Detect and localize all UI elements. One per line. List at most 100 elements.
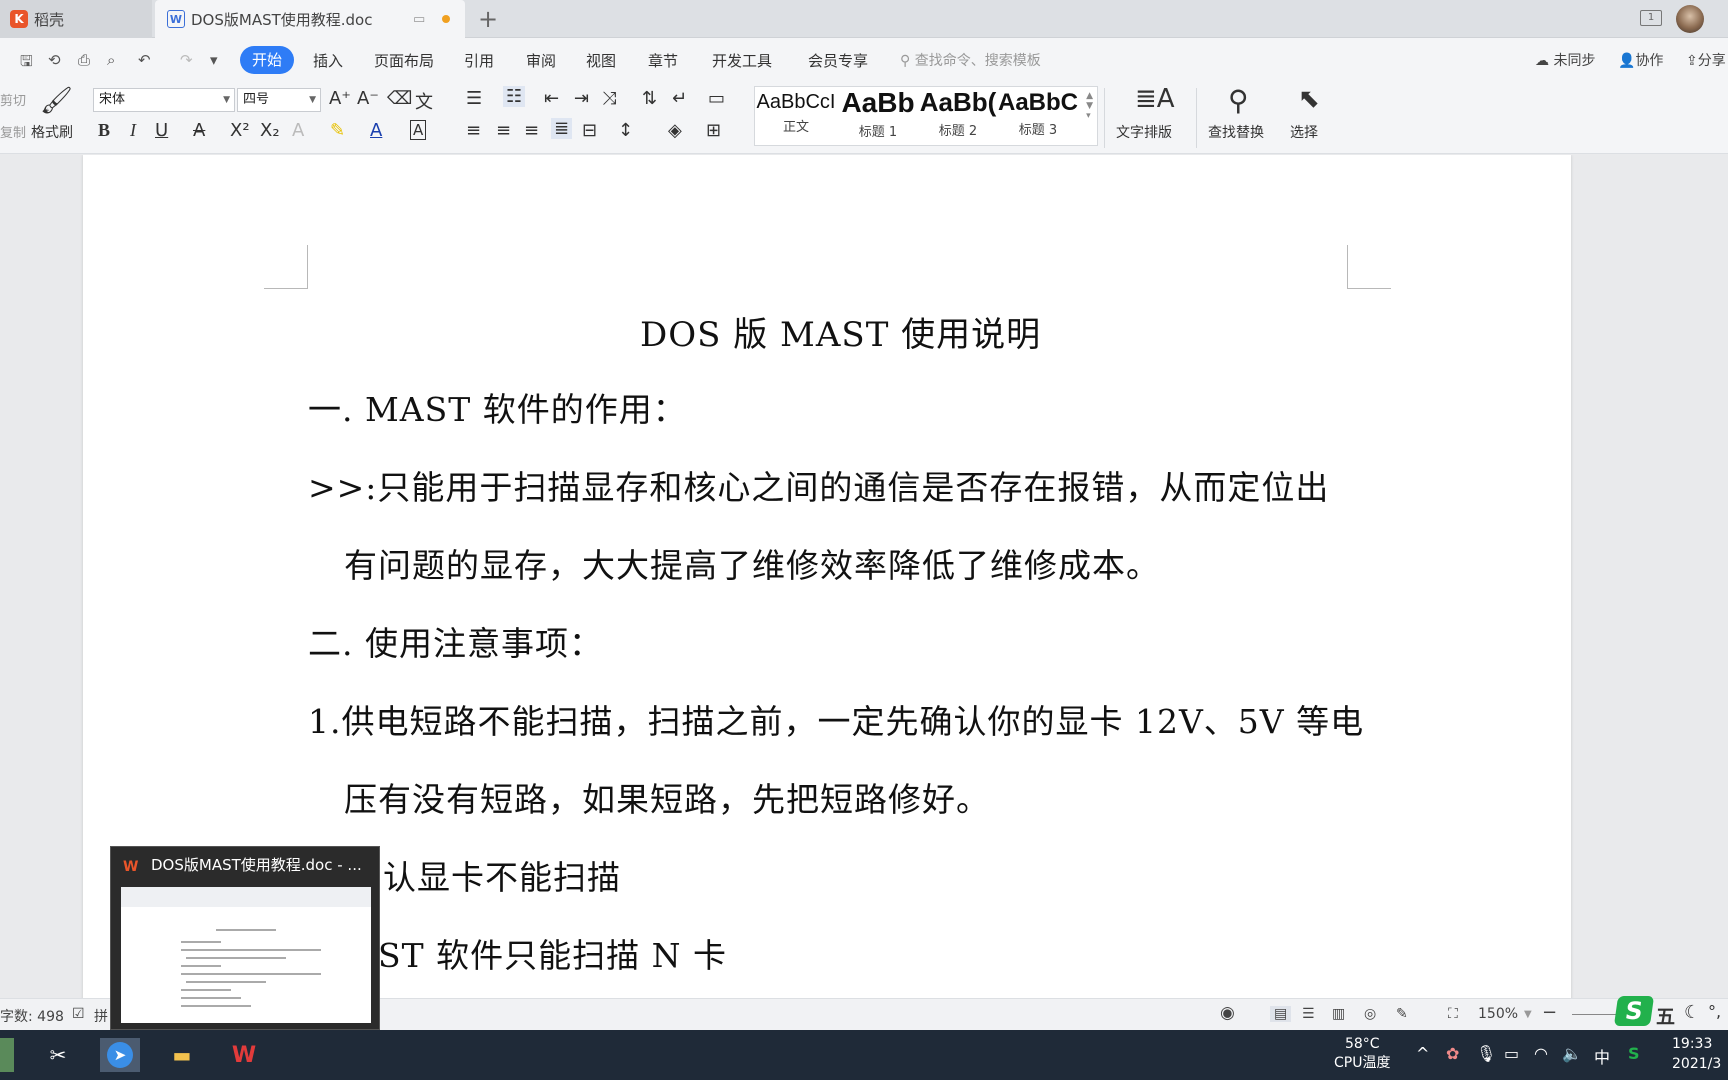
grow-font-icon[interactable]: A⁺: [329, 88, 351, 109]
italic-icon[interactable]: I: [130, 120, 136, 141]
moon-icon[interactable]: ☾: [1684, 1002, 1700, 1023]
numbered-list-icon[interactable]: ☷: [503, 86, 526, 107]
menu-insert[interactable]: 插入: [313, 50, 343, 71]
write-mode-icon[interactable]: ✎: [1396, 1006, 1408, 1022]
style-heading-3[interactable]: AaBbC 标题 3: [997, 87, 1079, 145]
sort-icon[interactable]: ⇅: [642, 88, 657, 109]
menu-developer[interactable]: 开发工具: [712, 50, 772, 71]
justify-icon[interactable]: ≣: [551, 118, 573, 139]
word-count[interactable]: 字数: 498: [0, 1006, 64, 1026]
tab-home[interactable]: K 稻壳: [0, 0, 152, 38]
format-icon[interactable]: ⟲: [48, 51, 61, 69]
sync-button[interactable]: ☁ 未同步: [1535, 50, 1595, 70]
text-layout-icon[interactable]: ≣A: [1135, 84, 1175, 114]
volume-icon[interactable]: 🔈: [1562, 1044, 1582, 1063]
align-left-icon[interactable]: ≡: [466, 120, 481, 141]
punct-icon[interactable]: °,: [1708, 1002, 1721, 1021]
menu-member[interactable]: 会员专享: [808, 50, 868, 71]
gallery-scroll-icon[interactable]: ▲ ▼ ▾: [1086, 91, 1093, 121]
battery-icon[interactable]: ▭: [1504, 1044, 1519, 1063]
print-preview-icon[interactable]: ⌕: [107, 51, 115, 69]
new-tab-button[interactable]: +: [478, 5, 498, 33]
strikethrough-icon[interactable]: A: [193, 120, 205, 141]
cut-button[interactable]: 剪切: [0, 90, 26, 109]
taskbar-thumbnail-preview[interactable]: W DOS版MAST使用教程.doc - ...: [110, 846, 380, 1030]
customize-icon[interactable]: ▾: [210, 51, 218, 69]
menu-review[interactable]: 审阅: [526, 50, 556, 71]
sogou-tray-icon[interactable]: S: [1628, 1044, 1640, 1063]
tab-document[interactable]: W DOS版MAST使用教程.doc ▭: [155, 0, 465, 38]
format-painter-icon[interactable]: 🖌: [40, 86, 73, 116]
distributed-icon[interactable]: ⊟: [582, 120, 597, 141]
sogou-ime-icon[interactable]: S: [1613, 996, 1656, 1028]
font-color-icon[interactable]: A: [370, 120, 382, 141]
shrink-font-icon[interactable]: A⁻: [357, 88, 379, 109]
ime-indicator[interactable]: 中: [1594, 1044, 1610, 1068]
tray-app-icon[interactable]: ✿: [1446, 1044, 1459, 1063]
text-layout-button[interactable]: 文字排版: [1116, 122, 1172, 142]
line-spacing-icon[interactable]: ↕: [618, 120, 633, 141]
menu-home[interactable]: 开始: [240, 46, 294, 74]
align-center-icon[interactable]: ≡: [496, 120, 511, 141]
find-replace-button[interactable]: 查找替换: [1208, 122, 1264, 142]
spell-check-label[interactable]: 拼: [94, 1006, 108, 1026]
print-icon[interactable]: ⎙: [78, 51, 90, 69]
align-right-icon[interactable]: ≡: [524, 120, 539, 141]
menu-references[interactable]: 引用: [464, 50, 494, 71]
highlight-icon[interactable]: ✎: [330, 120, 345, 141]
capcut-icon[interactable]: ✂: [38, 1038, 78, 1072]
menu-view[interactable]: 视图: [586, 50, 616, 71]
command-search[interactable]: ⚲ 查找命令、搜索模板: [900, 50, 1041, 70]
text-direction-icon[interactable]: ⤨: [602, 88, 616, 109]
start-partial-icon[interactable]: [0, 1038, 14, 1072]
eye-protect-icon[interactable]: ◉: [1220, 1003, 1235, 1023]
wps-taskbar-icon[interactable]: W: [224, 1038, 264, 1072]
cpu-temp-widget[interactable]: 58°C CPU温度: [1334, 1035, 1390, 1073]
monitor-icon[interactable]: ▭: [413, 12, 425, 27]
font-size-select[interactable]: 四号 ▼: [237, 88, 321, 112]
zoom-out-button[interactable]: −: [1542, 1002, 1557, 1023]
shading-icon[interactable]: ◈: [668, 120, 682, 141]
subscript-icon[interactable]: X₂: [260, 120, 280, 141]
menu-page-layout[interactable]: 页面布局: [374, 50, 434, 71]
fit-page-icon[interactable]: ⛶: [1448, 1006, 1458, 1022]
wifi-icon[interactable]: ◠: [1534, 1044, 1548, 1063]
avatar[interactable]: [1676, 5, 1704, 33]
microphone-icon[interactable]: 🎙: [1476, 1044, 1496, 1063]
save-icon[interactable]: 🖫: [20, 51, 33, 76]
wubi-icon[interactable]: 五: [1656, 1002, 1675, 1029]
select-button[interactable]: 选择: [1290, 122, 1318, 142]
tray-expand-icon[interactable]: ^: [1416, 1044, 1429, 1063]
decrease-indent-icon[interactable]: ⇤: [544, 88, 559, 109]
reading-view-icon[interactable]: ▥: [1332, 1006, 1345, 1022]
undo-icon[interactable]: ↶: [138, 51, 151, 69]
collab-button[interactable]: 👤协作: [1618, 50, 1663, 70]
text-effect-icon[interactable]: A: [292, 120, 304, 141]
feishu-icon[interactable]: ➤: [100, 1038, 140, 1072]
share-button[interactable]: ⇪分享: [1686, 50, 1726, 70]
zoom-level[interactable]: 150%: [1478, 1006, 1518, 1022]
window-count-icon[interactable]: 1: [1640, 10, 1662, 26]
menu-section[interactable]: 章节: [648, 50, 678, 71]
bullet-list-icon[interactable]: ☰: [466, 88, 482, 109]
superscript-icon[interactable]: X²: [230, 120, 250, 141]
style-normal[interactable]: AaBbCcI 正文: [755, 87, 837, 145]
format-painter-label[interactable]: 格式刷: [31, 122, 73, 142]
tab-ruler-icon[interactable]: ▭: [708, 88, 725, 109]
outline-view-icon[interactable]: ☰: [1302, 1006, 1315, 1022]
page-view-icon[interactable]: ▤: [1270, 1006, 1292, 1022]
clock[interactable]: 19:33 2021/3: [1672, 1034, 1728, 1074]
spell-check-icon[interactable]: ☑: [72, 1006, 85, 1022]
redo-icon[interactable]: ↷: [180, 51, 193, 69]
chevron-down-icon[interactable]: ▼: [1524, 1009, 1532, 1020]
bold-icon[interactable]: B: [98, 120, 110, 141]
increase-indent-icon[interactable]: ⇥: [574, 88, 589, 109]
find-icon[interactable]: ⚲: [1228, 84, 1249, 117]
file-explorer-icon[interactable]: ▬: [162, 1038, 202, 1072]
web-view-icon[interactable]: ◎: [1364, 1006, 1376, 1022]
copy-button[interactable]: 复制: [0, 122, 26, 141]
font-name-select[interactable]: 宋体 ▼: [93, 88, 235, 112]
underline-icon[interactable]: U: [155, 120, 168, 141]
clear-format-icon[interactable]: ⌫: [387, 88, 412, 109]
show-marks-icon[interactable]: ↵: [672, 88, 687, 109]
